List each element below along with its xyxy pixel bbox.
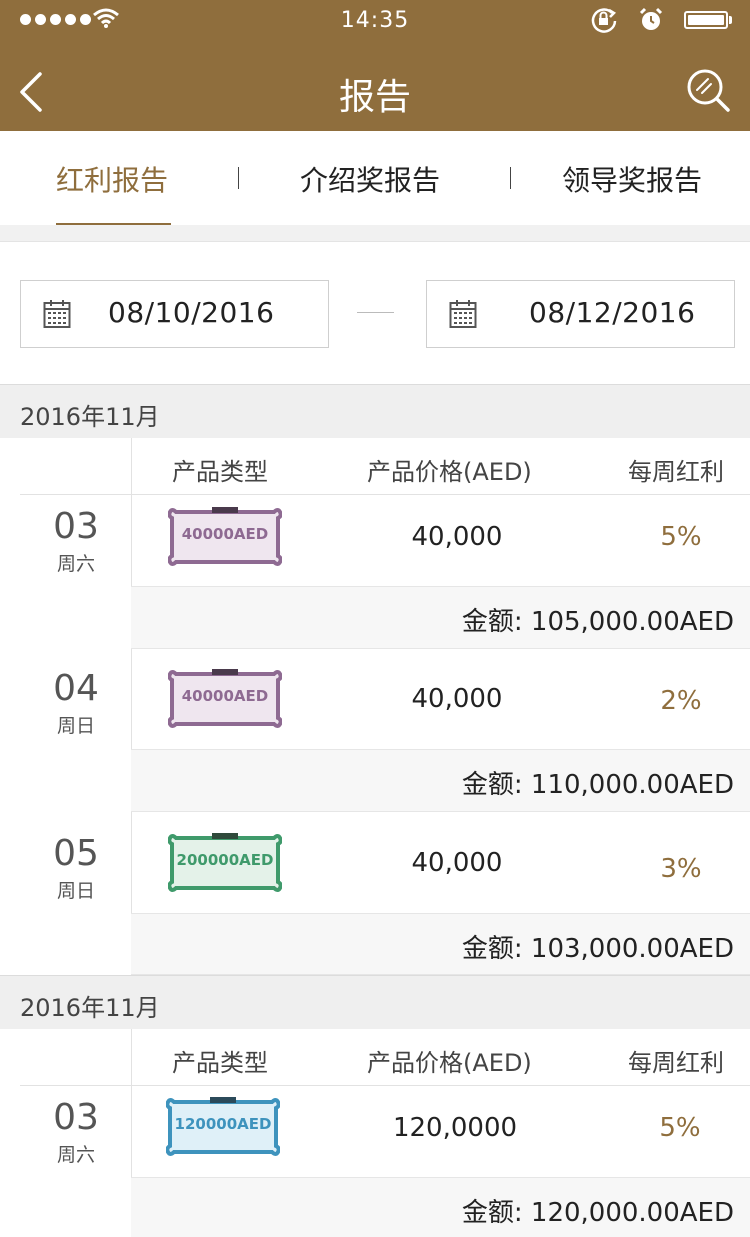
end-date-value: 08/12/2016 (529, 296, 696, 329)
day-cell: 03 周六 (20, 507, 132, 576)
column-weekly-dividend: 每周红利 (628, 1049, 724, 1077)
month-header: 2016年11月 (0, 384, 750, 438)
column-weekly-dividend: 每周红利 (628, 458, 724, 486)
product-ticket[interactable]: 40000AED (167, 668, 283, 730)
dividend-percent: 5% (660, 522, 702, 552)
month-label: 2016年11月 (20, 403, 160, 431)
column-product-type: 产品类型 (172, 1049, 268, 1077)
weekday-label: 周六 (56, 553, 95, 575)
amount-value: 金额: 120,000.00AED (461, 1198, 734, 1228)
product-price: 120,0000 (392, 1113, 518, 1143)
amount-value: 金额: 103,000.00AED (461, 934, 734, 964)
end-date-picker[interactable]: 08/12/2016 (426, 280, 735, 348)
amount-row: 金额: 110,000.00AED (131, 749, 750, 812)
column-product-type: 产品类型 (172, 458, 268, 486)
day-cell: 04 周日 (20, 669, 132, 738)
product-price: 40,000 (411, 684, 503, 714)
report-tabs: 红利报告 介绍奖报告 领导奖报告 (0, 131, 750, 226)
amount-row: 金额: 105,000.00AED (131, 586, 750, 649)
weekday-label: 周六 (56, 1144, 95, 1166)
month-header: 2016年11月 (0, 975, 750, 1029)
dividend-percent: 3% (660, 854, 702, 884)
dividend-percent: 5% (659, 1113, 701, 1143)
calendar-icon (43, 300, 71, 328)
product-price: 40,000 (411, 848, 503, 878)
day-cell: 03 周六 (20, 1098, 132, 1167)
battery-icon (684, 11, 728, 29)
start-date-picker[interactable]: 08/10/2016 (20, 280, 329, 348)
tab-leadership-report[interactable]: 领导奖报告 (562, 159, 702, 199)
alarm-icon (639, 7, 663, 30)
calendar-icon (449, 300, 477, 328)
divider (0, 225, 750, 242)
tab-divider (510, 167, 511, 189)
product-ticket[interactable]: 120000AED (165, 1096, 281, 1158)
tab-dividend-report[interactable]: 红利报告 (56, 159, 168, 199)
day-number: 03 (53, 1097, 99, 1138)
page-title: 报告 (338, 77, 411, 118)
row-divider (20, 1085, 750, 1086)
amount-value: 金额: 110,000.00AED (461, 770, 734, 800)
row-divider (20, 494, 750, 495)
amount-row: 金额: 103,000.00AED (131, 913, 750, 975)
tab-referral-report[interactable]: 介绍奖报告 (300, 159, 440, 199)
month-label: 2016年11月 (20, 994, 160, 1022)
app-header: 14:35 报告 (0, 0, 750, 131)
battery-tip (729, 16, 732, 24)
rotation-lock-icon (591, 8, 617, 33)
weekday-label: 周日 (56, 715, 95, 737)
status-bar: 14:35 (0, 0, 750, 40)
column-product-price: 产品价格(AED) (367, 458, 532, 486)
search-icon[interactable] (684, 66, 732, 114)
product-price: 40,000 (411, 522, 503, 552)
ticket-label: 40000AED (181, 687, 269, 705)
dividend-percent: 2% (660, 686, 702, 716)
ticket-label: 120000AED (174, 1115, 272, 1133)
day-number: 05 (53, 833, 99, 874)
product-ticket[interactable]: 200000AED (167, 832, 283, 894)
day-number: 03 (53, 506, 99, 547)
tab-divider (238, 167, 239, 189)
day-number: 04 (53, 668, 99, 709)
column-product-price: 产品价格(AED) (367, 1049, 532, 1077)
amount-value: 金额: 105,000.00AED (461, 607, 734, 637)
ticket-label: 40000AED (181, 525, 269, 543)
start-date-value: 08/10/2016 (108, 296, 275, 329)
ticket-label: 200000AED (176, 851, 274, 869)
day-cell: 05 周日 (20, 834, 132, 903)
amount-row: 金额: 120,000.00AED (131, 1177, 750, 1237)
product-ticket[interactable]: 40000AED (167, 506, 283, 568)
weekday-label: 周日 (56, 880, 95, 902)
date-range-dash (357, 312, 394, 313)
